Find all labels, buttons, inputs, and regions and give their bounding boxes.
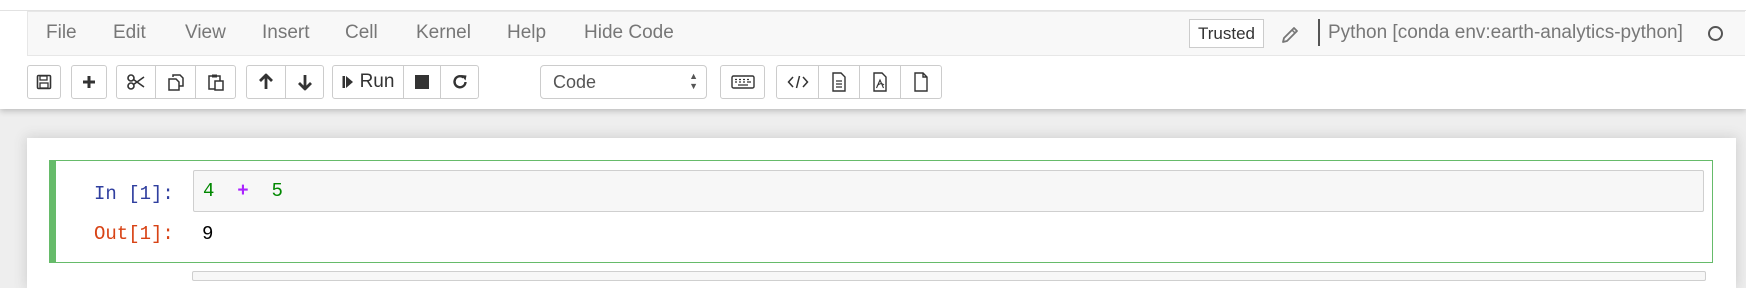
- cell-type-select[interactable]: Code ▲ ▼: [540, 65, 707, 99]
- cell-output: 9: [202, 223, 214, 245]
- export-text-button[interactable]: [818, 65, 860, 99]
- keyboard-icon: [730, 75, 755, 89]
- select-arrows-icon: ▲ ▼: [689, 71, 698, 91]
- notebook-header: File Edit View Insert Cell Kernel Help H…: [0, 0, 1746, 109]
- file-text-icon: [832, 72, 846, 92]
- file-pdf-icon: [873, 72, 887, 92]
- arrow-down-icon: [297, 75, 312, 91]
- code-token-operator: +: [225, 180, 261, 202]
- insert-cell-button[interactable]: [71, 65, 107, 99]
- toggle-code-button[interactable]: [776, 65, 819, 99]
- paste-button[interactable]: [195, 65, 236, 99]
- run-label: Run: [359, 71, 395, 92]
- menu-file[interactable]: File: [46, 11, 77, 55]
- cell-type-value: Code: [553, 72, 597, 92]
- code-token-number: 4: [203, 180, 215, 202]
- refresh-icon: [452, 75, 467, 89]
- restart-button[interactable]: [440, 65, 479, 99]
- copy-button[interactable]: [155, 65, 196, 99]
- cell-selection-bar: [49, 160, 56, 263]
- menu-view[interactable]: View: [185, 11, 226, 55]
- pencil-icon[interactable]: [1280, 23, 1302, 45]
- step-forward-icon: [342, 76, 353, 88]
- output-prompt: Out[1]:: [94, 223, 174, 245]
- code-cell-selected[interactable]: In [1]: 4 + 5 Out[1]: 9: [49, 160, 1713, 263]
- menu-kernel[interactable]: Kernel: [416, 11, 471, 55]
- kernel-status-icon: [1708, 26, 1723, 41]
- copy-icon: [167, 74, 184, 91]
- trusted-indicator[interactable]: Trusted: [1189, 19, 1264, 48]
- command-palette-button[interactable]: [720, 65, 765, 99]
- interrupt-button[interactable]: [403, 65, 441, 99]
- next-cell-input[interactable]: [192, 271, 1706, 281]
- run-button[interactable]: Run: [332, 65, 404, 99]
- export-pdf-button[interactable]: [859, 65, 901, 99]
- cut-button[interactable]: [116, 65, 156, 99]
- code-token-number: 5: [271, 180, 283, 202]
- save-button[interactable]: [27, 65, 61, 99]
- menu-help[interactable]: Help: [507, 11, 546, 55]
- move-up-button[interactable]: [246, 65, 286, 99]
- menu-edit[interactable]: Edit: [113, 11, 146, 55]
- input-prompt: In [1]:: [94, 183, 174, 205]
- export-file-button[interactable]: [900, 65, 942, 99]
- paste-icon: [207, 74, 224, 91]
- move-down-button[interactable]: [285, 65, 324, 99]
- save-icon: [36, 74, 52, 90]
- code-icon: [786, 75, 809, 89]
- scissors-icon: [127, 74, 145, 90]
- menu-hide-code[interactable]: Hide Code: [584, 11, 674, 55]
- code-input[interactable]: 4 + 5: [193, 170, 1704, 212]
- menu-insert[interactable]: Insert: [262, 11, 310, 55]
- arrow-up-icon: [259, 73, 273, 89]
- kernel-name[interactable]: Python [conda env:earth-analytics-python…: [1328, 11, 1683, 55]
- menu-cell[interactable]: Cell: [345, 11, 378, 55]
- kernel-separator: [1318, 19, 1320, 46]
- file-icon: [914, 72, 928, 92]
- stop-icon: [415, 75, 429, 89]
- plus-icon: [83, 76, 95, 88]
